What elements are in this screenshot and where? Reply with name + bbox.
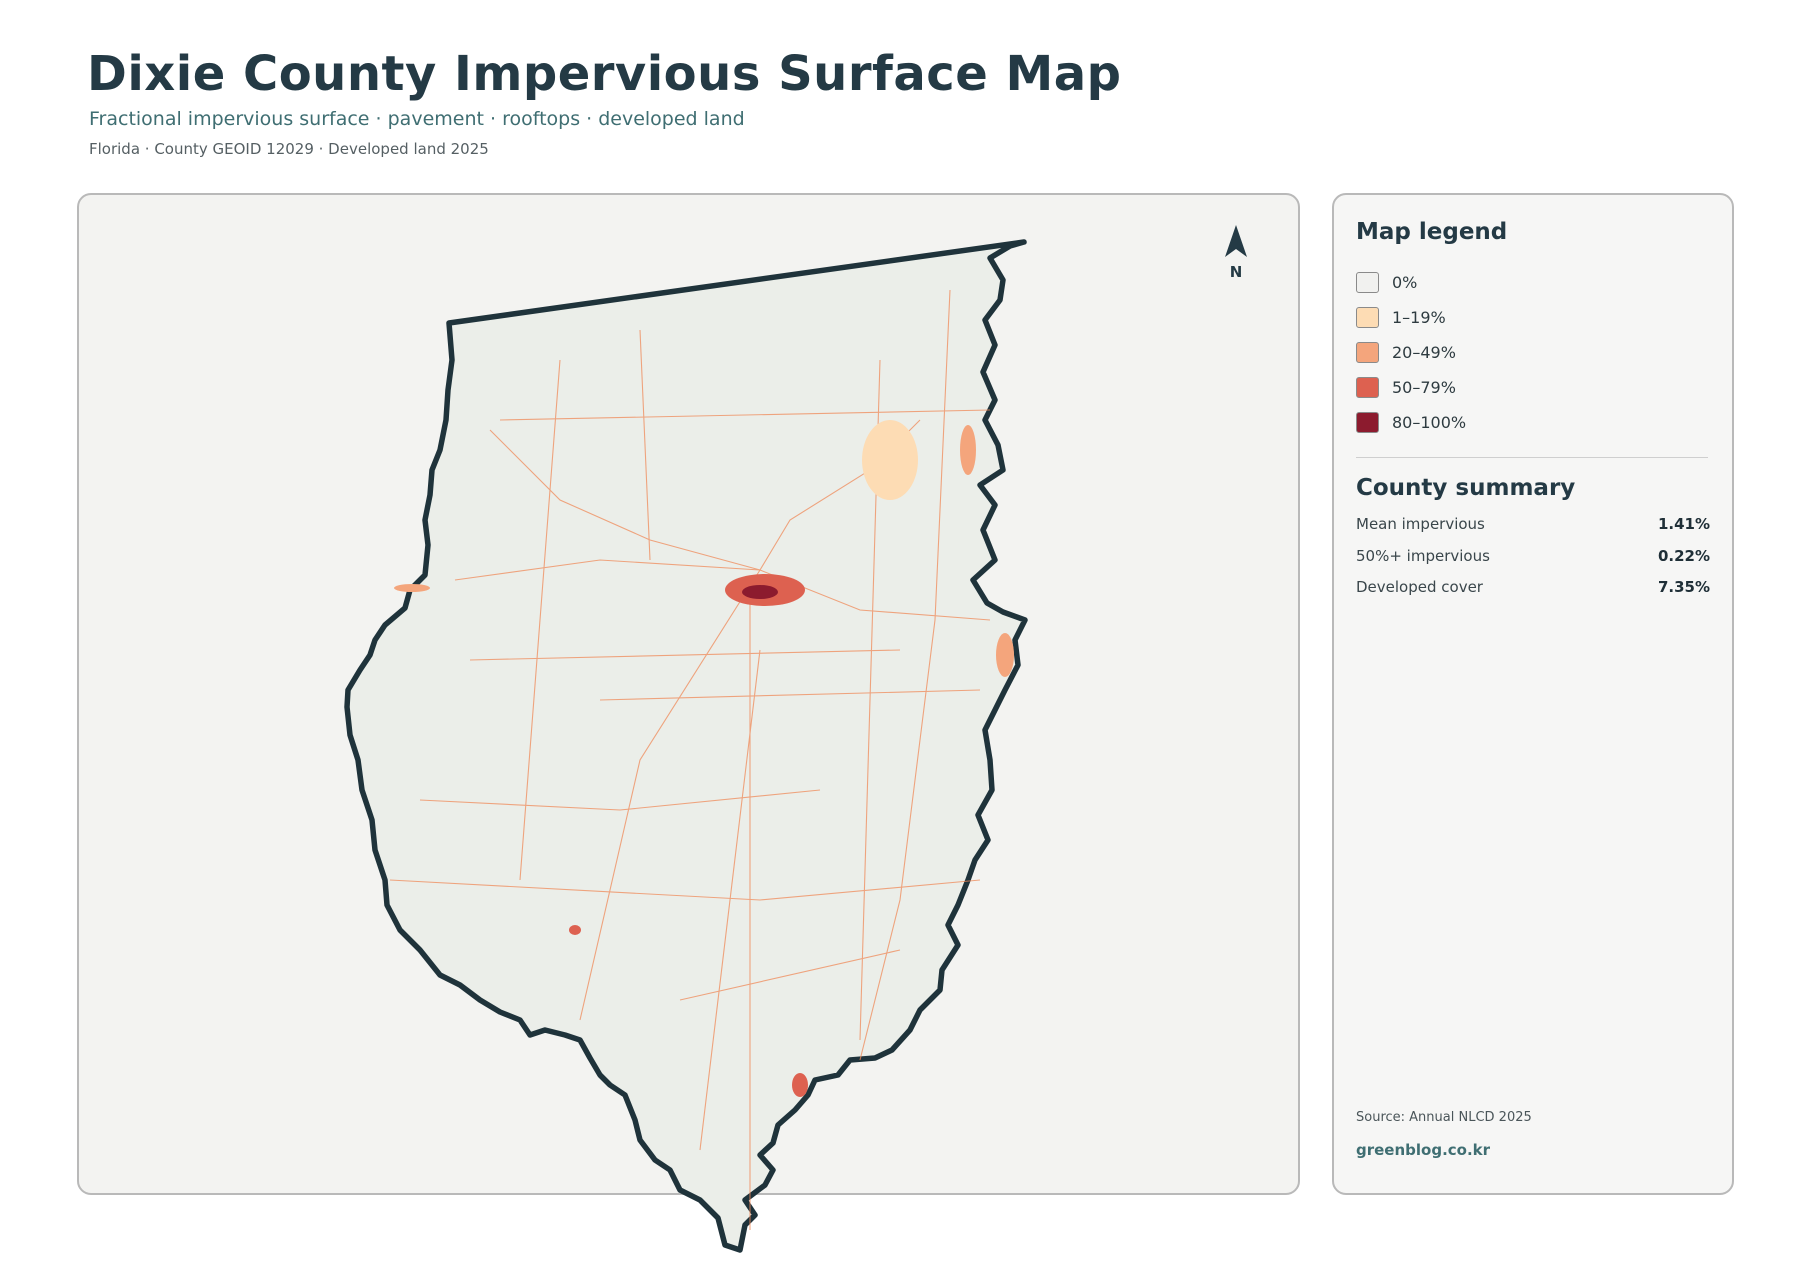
summary-title: County summary — [1356, 475, 1576, 501]
town-east-cluster — [862, 420, 918, 500]
legend-item: 20–49% — [1356, 335, 1466, 370]
info-panel: Map legend 0% 1–19% 20–49% 50–79% 80–100… — [1332, 193, 1734, 1195]
legend-swatch — [1356, 412, 1379, 433]
legend-item: 1–19% — [1356, 300, 1466, 335]
north-arrow-icon — [1225, 225, 1247, 257]
summary-label: Developed cover — [1356, 578, 1483, 596]
summary-row: Developed cover 7.35% — [1356, 578, 1710, 610]
site-link[interactable]: greenblog.co.kr — [1356, 1141, 1490, 1159]
summary-row: 50%+ impervious 0.22% — [1356, 547, 1710, 579]
summary-value: 7.35% — [1657, 578, 1710, 596]
town-west — [394, 584, 430, 592]
legend-label: 0% — [1392, 273, 1418, 292]
legend-label: 80–100% — [1392, 413, 1467, 432]
town-cross-city-core — [742, 585, 778, 599]
north-arrow: N — [1221, 223, 1251, 281]
summary-value: 0.22% — [1657, 546, 1710, 565]
legend-item: 0% — [1356, 265, 1466, 300]
legend-title: Map legend — [1356, 219, 1508, 245]
legend-label: 50–79% — [1392, 378, 1456, 397]
summary-list: Mean impervious 1.41% 50%+ impervious 0.… — [1356, 515, 1710, 610]
legend-swatch — [1356, 377, 1379, 398]
summary-row: Mean impervious 1.41% — [1356, 515, 1710, 547]
legend-item: 50–79% — [1356, 370, 1466, 405]
summary-label: 50%+ impervious — [1356, 546, 1490, 565]
legend-swatch — [1356, 307, 1379, 328]
town-river-cluster — [960, 425, 976, 475]
legend-list: 0% 1–19% 20–49% 50–79% 80–100% — [1356, 265, 1466, 440]
north-label: N — [1229, 263, 1243, 281]
source-note: Source: Annual NLCD 2025 — [1356, 1110, 1532, 1125]
town-east-edge — [996, 633, 1014, 677]
legend-swatch — [1356, 272, 1379, 293]
summary-value: 1.41% — [1657, 515, 1710, 533]
legend-label: 1–19% — [1392, 308, 1446, 327]
town-south — [792, 1073, 808, 1097]
legend-item: 80–100% — [1356, 405, 1466, 440]
panel-divider — [1356, 457, 1708, 458]
summary-label: Mean impervious — [1356, 515, 1485, 533]
legend-label: 20–49% — [1392, 343, 1456, 362]
legend-swatch — [1356, 342, 1379, 363]
town-southwest — [569, 925, 581, 935]
county-boundary — [344, 239, 1028, 1253]
